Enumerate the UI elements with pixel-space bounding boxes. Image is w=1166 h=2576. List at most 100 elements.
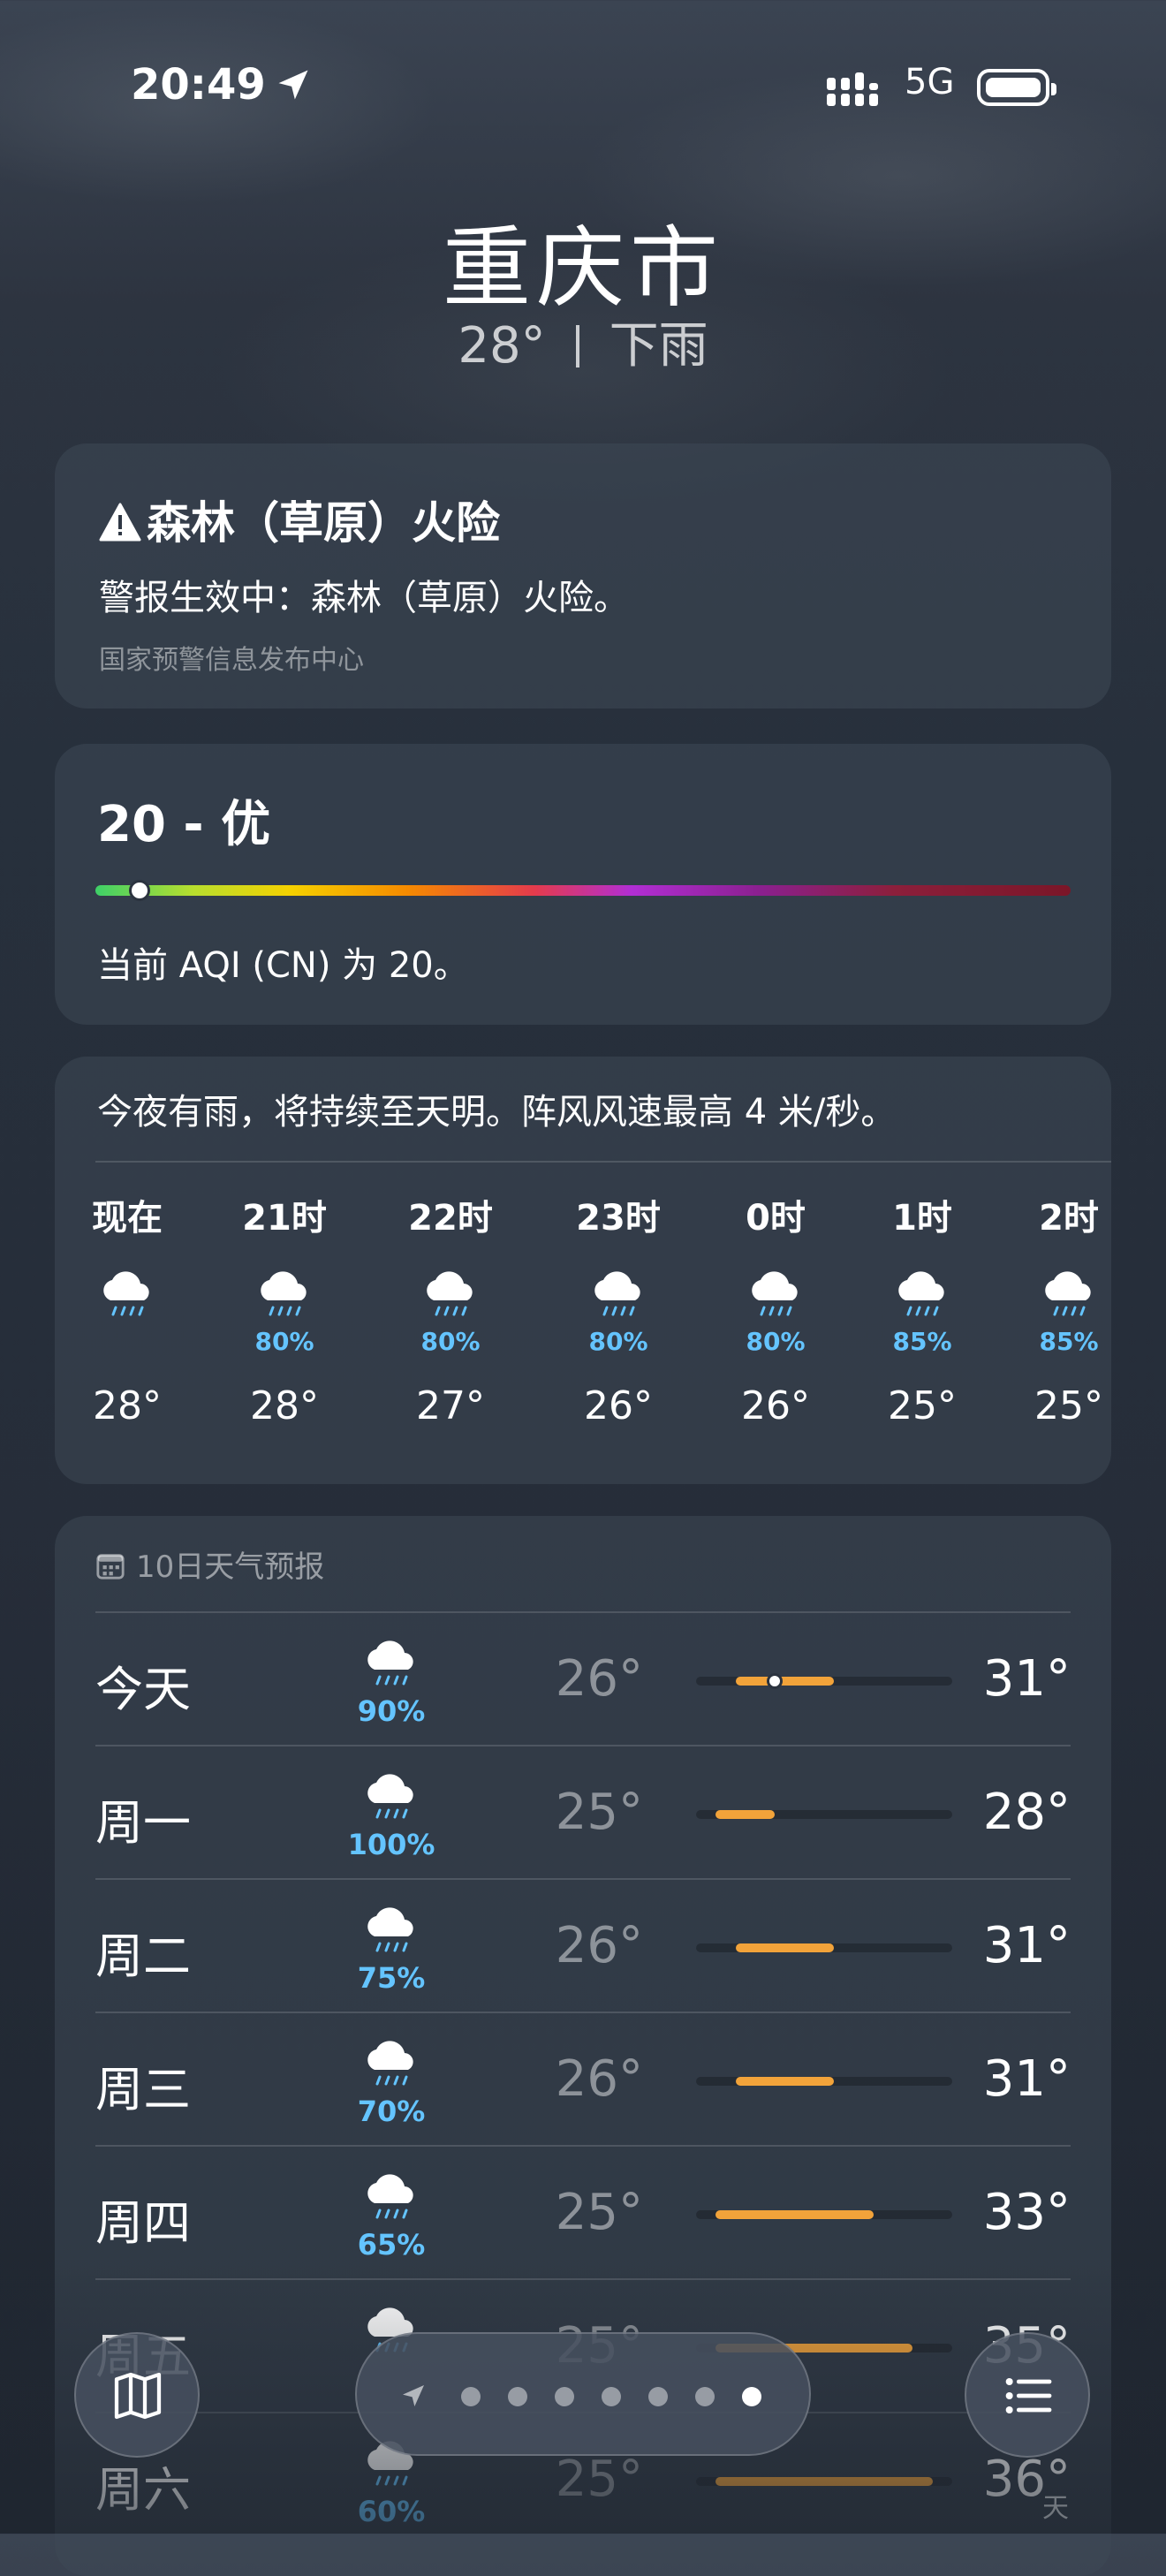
- current-conditions: 28° 下雨: [0, 306, 1166, 377]
- hour-temp: 28°: [250, 1383, 319, 1428]
- temp-range-track: [696, 1673, 952, 1689]
- day-precip: 70%: [357, 2095, 426, 2128]
- temp-range-bar: [735, 1943, 835, 1952]
- alert-title: 森林（草原）火险: [147, 497, 500, 549]
- rain-cloud-icon: [743, 1269, 808, 1325]
- day-high: 31°: [982, 1650, 1071, 1708]
- hour-item: 1时 85% 25°: [869, 1189, 975, 1428]
- network-label: 5G: [905, 62, 955, 102]
- aqi-value: 20 - 优: [97, 796, 271, 853]
- alert-source: 国家预警信息发布中心: [99, 645, 364, 676]
- hour-item: 21时 80% 28°: [231, 1189, 337, 1428]
- hour-precip: 80%: [254, 1327, 314, 1356]
- page-dot[interactable]: [461, 2387, 481, 2406]
- hour-precip: 80%: [420, 1327, 481, 1356]
- day-name: 周四: [95, 2195, 191, 2251]
- temp-range-track: [696, 1810, 952, 1819]
- location-arrow-icon: [278, 70, 308, 100]
- rain-cloud-icon: [359, 1638, 424, 1694]
- hour-precip: 85%: [892, 1327, 952, 1356]
- day-low: 26°: [555, 2050, 643, 2108]
- rain-cloud-icon: [359, 2171, 424, 2228]
- hour-item: 23时 80% 26°: [565, 1189, 671, 1428]
- weather-alert-card[interactable]: 森林（草原）火险 警报生效中：森林（草原）火险。 国家预警信息发布中心: [55, 443, 1111, 708]
- temp-range-track: [696, 1943, 952, 1952]
- hour-precip: 80%: [588, 1327, 648, 1356]
- page-dot[interactable]: [555, 2387, 574, 2406]
- location-arrow-icon: [403, 2385, 424, 2406]
- aqi-description: 当前 AQI (CN) 为 20。: [97, 945, 469, 986]
- day-name: 周二: [95, 1928, 191, 1984]
- air-quality-card[interactable]: 20 - 优 当前 AQI (CN) 为 20。: [55, 744, 1111, 1025]
- day-row[interactable]: 今天 90% 26° 31°: [95, 1613, 1071, 1746]
- day-row[interactable]: 周三 70% 26° 31°: [95, 2013, 1071, 2146]
- hour-temp: 28°: [93, 1383, 162, 1428]
- hour-precip: 85%: [1039, 1327, 1099, 1356]
- temp-range-bar: [735, 2077, 835, 2086]
- day-row[interactable]: 周二 75% 26° 31°: [95, 1880, 1071, 2012]
- temp-range-bar: [716, 2210, 874, 2219]
- day-precip: 90%: [357, 1694, 426, 1728]
- day-low: 26°: [555, 1917, 643, 1974]
- page-dot[interactable]: [602, 2387, 621, 2406]
- day-high: 28°: [982, 1784, 1071, 1841]
- hour-item: 22时 80% 27°: [398, 1189, 504, 1428]
- day-low: 25°: [555, 2184, 643, 2241]
- city-list-button[interactable]: [965, 2332, 1090, 2458]
- temp-range-bar: [735, 1677, 835, 1686]
- page-dot[interactable]: [695, 2387, 715, 2406]
- hour-temp: 26°: [741, 1383, 810, 1428]
- day-name: 周一: [95, 1795, 191, 1851]
- day-precip: 65%: [357, 2228, 426, 2262]
- rain-cloud-icon: [359, 2038, 424, 2095]
- calendar-icon: [96, 1554, 125, 1580]
- aqi-gradient-bar: [95, 880, 1071, 901]
- day-high: 33°: [982, 2184, 1071, 2241]
- alert-title-row: 森林（草原）火险: [99, 488, 500, 551]
- hour-label: 2时: [1039, 1198, 1099, 1239]
- alert-text: 警报生效中：森林（草原）火险。: [99, 578, 629, 618]
- day-low: 25°: [555, 1784, 643, 1841]
- rain-cloud-icon: [418, 1269, 483, 1325]
- hourly-summary: 今夜有雨，将持续至天明。阵风风速最高 4 米/秒。: [97, 1092, 897, 1133]
- hour-label: 23时: [576, 1198, 661, 1239]
- hour-label: 现在: [92, 1198, 163, 1239]
- hour-item: 2时 85% 25°: [1016, 1189, 1111, 1428]
- battery-icon: [977, 69, 1056, 106]
- day-high: 31°: [982, 1917, 1071, 1974]
- signal-icon: [827, 72, 878, 106]
- hour-label: 0时: [746, 1198, 806, 1239]
- hourly-forecast-card[interactable]: 今夜有雨，将持续至天明。阵风风速最高 4 米/秒。 现在 28° 21时 80% 28°…: [55, 1057, 1111, 1484]
- day-row[interactable]: 周四 65% 25° 33°: [95, 2147, 1071, 2279]
- day-row[interactable]: 周一 100% 25° 28°: [95, 1746, 1071, 1879]
- page-indicator[interactable]: [355, 2332, 811, 2456]
- map-button[interactable]: [74, 2332, 200, 2458]
- day-high: 31°: [982, 2050, 1071, 2108]
- temp-range-bar: [716, 1810, 776, 1819]
- hour-item: 0时 80% 26°: [723, 1189, 829, 1428]
- rain-cloud-icon: [95, 1269, 160, 1325]
- current-temp-dot: [767, 1673, 784, 1689]
- day-name: 周三: [95, 2062, 191, 2118]
- page-dot[interactable]: [742, 2387, 761, 2406]
- page-dot[interactable]: [648, 2387, 668, 2406]
- rain-cloud-icon: [359, 1905, 424, 1961]
- current-condition: 下雨: [609, 317, 708, 375]
- hour-label: 22时: [408, 1198, 493, 1239]
- hour-precip: 80%: [746, 1327, 806, 1356]
- list-icon: [1005, 2378, 1052, 2413]
- rain-cloud-icon: [1036, 1269, 1102, 1325]
- hour-item: 现在 28°: [74, 1189, 180, 1428]
- hour-precip: [74, 1327, 180, 1357]
- map-icon: [114, 2372, 162, 2420]
- warning-icon: [99, 503, 141, 542]
- separator: [575, 325, 579, 367]
- aqi-indicator: [128, 880, 150, 901]
- page-dot[interactable]: [508, 2387, 527, 2406]
- hour-label: 21时: [242, 1198, 327, 1239]
- temp-range-track: [696, 2077, 952, 2086]
- hour-temp: 25°: [1034, 1383, 1103, 1428]
- day-precip: 75%: [357, 1961, 426, 1995]
- ten-day-title: 10日天气预报: [136, 1549, 325, 1585]
- current-temperature: 28°: [458, 317, 546, 375]
